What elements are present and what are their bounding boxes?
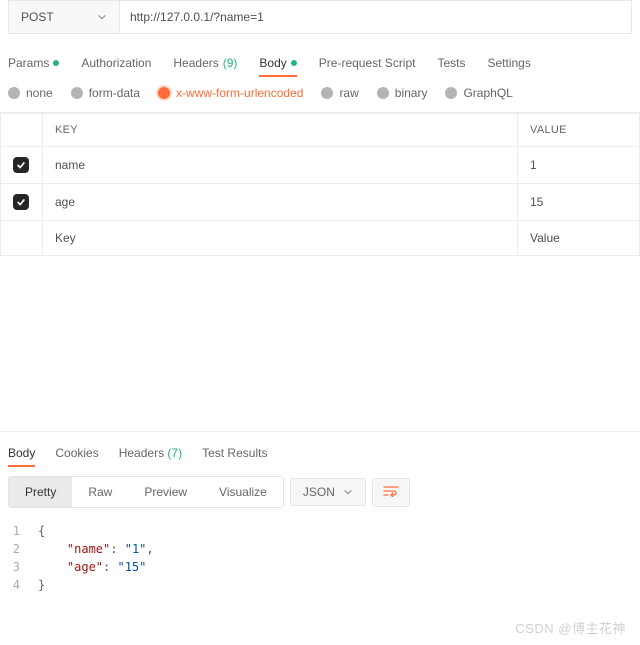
tab-settings[interactable]: Settings	[488, 50, 531, 76]
radio-icon	[377, 87, 389, 99]
code-line: 2 "name": "1",	[8, 540, 632, 558]
row-checkbox[interactable]	[13, 194, 29, 210]
table-row: name1	[1, 147, 640, 184]
view-pretty[interactable]: Pretty	[9, 477, 72, 507]
radio-icon	[71, 87, 83, 99]
view-raw[interactable]: Raw	[72, 477, 128, 507]
tab-params[interactable]: Params	[8, 50, 59, 76]
body-type-GraphQL[interactable]: GraphQL	[445, 86, 512, 100]
cell-key[interactable]: age	[43, 184, 518, 221]
row-checkbox[interactable]	[13, 157, 29, 173]
table-row: age15	[1, 184, 640, 221]
tab-authorization[interactable]: Authorization	[81, 50, 151, 76]
tab-tests[interactable]: Tests	[437, 50, 465, 76]
radio-icon	[8, 87, 20, 99]
body-type-binary[interactable]: binary	[377, 86, 428, 100]
chevron-down-icon	[343, 487, 353, 497]
tab-body[interactable]: Body	[259, 50, 296, 76]
radio-icon	[321, 87, 333, 99]
response-tabs: Body Cookies Headers (7) Test Results	[0, 431, 640, 466]
tab-pre-request-script[interactable]: Pre-request Script	[319, 50, 416, 76]
code-line: 3 "age": "15"	[8, 558, 632, 576]
value-placeholder[interactable]: Value	[518, 221, 640, 256]
url-text: http://127.0.0.1/?name=1	[130, 10, 264, 24]
method-label: POST	[21, 10, 54, 24]
cell-value[interactable]: 15	[518, 184, 640, 221]
view-visualize[interactable]: Visualize	[203, 477, 283, 507]
col-check-header	[1, 114, 43, 147]
code-line: 1{	[8, 522, 632, 540]
chevron-down-icon	[97, 12, 107, 22]
body-type-none[interactable]: none	[8, 86, 53, 100]
watermark: CSDN @博主花神	[515, 618, 626, 637]
view-preview[interactable]: Preview	[128, 477, 203, 507]
response-tab-headers[interactable]: Headers (7)	[119, 440, 182, 466]
format-select[interactable]: JSON	[290, 478, 366, 506]
col-value-header: VALUE	[518, 114, 640, 147]
wrap-icon	[383, 485, 399, 497]
wrap-lines-button[interactable]	[372, 478, 410, 507]
form-data-table: KEY VALUE name1age15KeyValue	[0, 113, 640, 256]
url-input[interactable]: http://127.0.0.1/?name=1	[119, 1, 631, 33]
response-body[interactable]: 1{2 "name": "1",3 "age": "15"4}	[0, 518, 640, 614]
spacer	[0, 256, 640, 431]
code-line: 4}	[8, 576, 632, 594]
body-type-row: none form-data x-www-form-urlencoded raw bin…	[0, 76, 640, 113]
method-select[interactable]: POST	[9, 1, 119, 33]
col-key-header: KEY	[43, 114, 518, 147]
table-row-new: KeyValue	[1, 221, 640, 256]
response-tab-cookies[interactable]: Cookies	[55, 440, 98, 466]
response-tab-body[interactable]: Body	[8, 440, 35, 466]
request-tabs: Params Authorization Headers (9) Body Pre-re…	[0, 44, 640, 76]
format-label: JSON	[303, 485, 335, 499]
radio-icon	[158, 87, 170, 99]
tab-headers[interactable]: Headers (9)	[173, 50, 237, 76]
key-placeholder[interactable]: Key	[43, 221, 518, 256]
cell-value[interactable]: 1	[518, 147, 640, 184]
response-tab-test-results[interactable]: Test Results	[202, 440, 267, 466]
view-button-group: PrettyRawPreviewVisualize	[8, 476, 284, 508]
request-bar: POST http://127.0.0.1/?name=1	[8, 0, 632, 34]
body-type-form-data[interactable]: form-data	[71, 86, 140, 100]
cell-key[interactable]: name	[43, 147, 518, 184]
body-type-raw[interactable]: raw	[321, 86, 358, 100]
body-type-x-www-form-urlencoded[interactable]: x-www-form-urlencoded	[158, 86, 303, 100]
response-view-bar: PrettyRawPreviewVisualize JSON	[0, 466, 640, 518]
radio-icon	[445, 87, 457, 99]
